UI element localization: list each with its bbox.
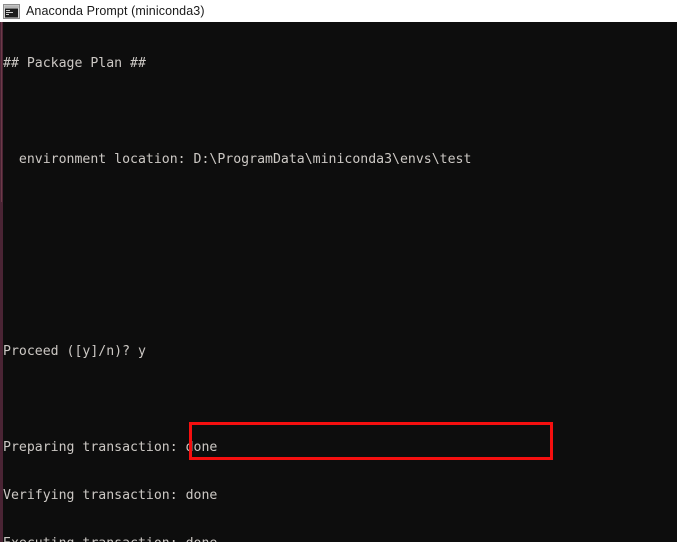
console-output-area[interactable]: ## Package Plan ## environment location:… — [0, 22, 677, 542]
terminal-line: environment location: D:\ProgramData\min… — [3, 152, 472, 167]
terminal-line: ## Package Plan ## — [3, 56, 146, 71]
terminal-text: ## Package Plan ## environment location:… — [3, 22, 677, 542]
console-window-icon — [3, 3, 20, 19]
terminal-line: Preparing transaction: done — [3, 440, 218, 455]
terminal-line: Executing transaction: done — [3, 536, 677, 542]
terminal-line: Verifying transaction: done — [3, 488, 218, 503]
anaconda-prompt-window[interactable]: Anaconda Prompt (miniconda3) ## Package … — [0, 0, 677, 542]
terminal-line: Proceed ([y]/n)? y — [3, 344, 146, 359]
title-bar[interactable]: Anaconda Prompt (miniconda3) — [0, 0, 677, 22]
window-title: Anaconda Prompt (miniconda3) — [26, 4, 205, 18]
window-left-edge-highlight — [1, 22, 2, 202]
